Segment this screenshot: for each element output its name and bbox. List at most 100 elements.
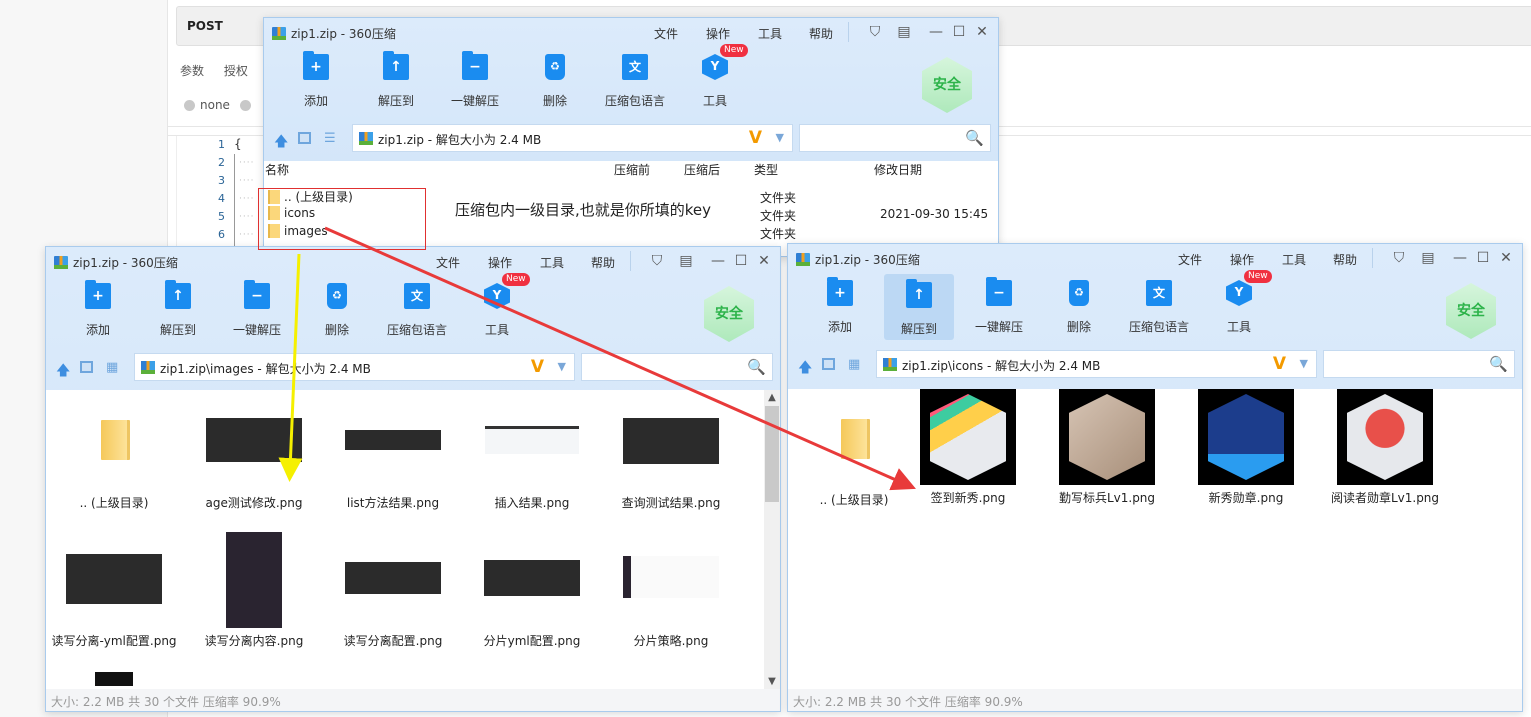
search-icon[interactable]: 🔍 xyxy=(1489,355,1508,373)
grid-item[interactable]: 签到新秀.png xyxy=(908,389,1028,505)
grid-item[interactable]: 分片策略.png xyxy=(611,556,731,648)
grid-item[interactable]: 勤写标兵Lv1.png xyxy=(1047,389,1167,505)
vertical-scrollbar[interactable]: ▲ ▼ xyxy=(764,390,780,689)
col-date[interactable]: 修改日期 xyxy=(874,161,922,178)
grid-item[interactable] xyxy=(54,672,174,686)
radio-other[interactable] xyxy=(239,99,251,111)
col-after[interactable]: 压缩后 xyxy=(684,161,720,178)
close-button[interactable]: ✕ xyxy=(1497,249,1515,267)
feedback-icon[interactable]: ▤ xyxy=(677,252,695,270)
search-input[interactable]: 🔍 xyxy=(1323,350,1515,378)
minimize-button[interactable]: — xyxy=(927,23,945,41)
tab-auth[interactable]: 授权 xyxy=(224,64,248,78)
safe-shield-badge[interactable]: 安全 xyxy=(922,57,972,113)
col-type[interactable]: 类型 xyxy=(754,161,778,178)
tools-button[interactable]: Y New 工具 xyxy=(462,273,532,341)
menu-operate[interactable]: 操作 xyxy=(706,25,730,42)
skin-icon[interactable]: ⛉ xyxy=(1390,249,1408,267)
grid-view-icon[interactable]: ▦ xyxy=(848,357,860,372)
grid-item[interactable]: 读写分离内容.png xyxy=(194,532,314,648)
grid-item[interactable]: 读写分离配置.png xyxy=(333,562,453,648)
extract-to-button[interactable]: ↑ 解压到 xyxy=(361,46,431,112)
scroll-down-arrow[interactable]: ▼ xyxy=(764,676,780,687)
grid-item[interactable]: 查询测试结果.png xyxy=(611,418,731,510)
add-button[interactable]: + 添加 xyxy=(63,275,133,341)
code-editor[interactable]: 1 2 3 4 5 6 { ···· ···· ···· ···· ···· xyxy=(176,136,266,249)
grid-item-parent[interactable]: .. (上级目录) xyxy=(54,420,174,510)
menu-tools[interactable]: 工具 xyxy=(1282,251,1306,268)
dropdown-arrow-icon[interactable]: ▼ xyxy=(776,131,784,144)
dropdown-arrow-icon[interactable]: ▼ xyxy=(1300,357,1308,370)
tools-button[interactable]: Y New 工具 xyxy=(1204,270,1274,338)
tab-params[interactable]: 参数 xyxy=(180,64,204,78)
grid-item[interactable]: list方法结果.png xyxy=(333,430,453,510)
grid-item[interactable]: 阅读者勋章Lv1.png xyxy=(1325,389,1445,505)
list-view-icon[interactable]: ☰ xyxy=(324,131,336,146)
maximize-button[interactable]: ☐ xyxy=(950,23,968,41)
minimize-button[interactable]: — xyxy=(1451,249,1469,267)
grid-item-parent[interactable]: .. (上级目录) xyxy=(794,419,914,507)
menu-file[interactable]: 文件 xyxy=(1178,251,1202,268)
address-bar[interactable]: zip1.zip\images - 解包大小为 2.4 MB V ▼ xyxy=(134,353,575,381)
menu-tools[interactable]: 工具 xyxy=(758,25,782,42)
search-icon[interactable]: 🔍 xyxy=(747,358,766,376)
skin-icon[interactable]: ⛉ xyxy=(866,23,884,41)
grid-item[interactable]: 插入结果.png xyxy=(472,426,592,510)
one-click-extract-button[interactable]: − 一键解压 xyxy=(440,46,510,112)
detail-view-icon[interactable] xyxy=(822,358,835,370)
delete-button[interactable]: ♻ 删除 xyxy=(520,46,590,112)
archive-language-button[interactable]: 文压缩包语言 xyxy=(600,46,670,112)
menu-file[interactable]: 文件 xyxy=(654,25,678,42)
safe-shield-badge[interactable]: 安全 xyxy=(704,286,754,342)
up-arrow-icon[interactable]: 🡅 xyxy=(56,360,70,384)
up-arrow-icon[interactable]: 🡅 xyxy=(274,131,288,155)
add-button[interactable]: + 添加 xyxy=(281,46,351,112)
menu-operate[interactable]: 操作 xyxy=(488,254,512,271)
close-button[interactable]: ✕ xyxy=(755,252,773,270)
menu-file[interactable]: 文件 xyxy=(436,254,460,271)
title-bar[interactable]: zip1.zip - 360压缩 文件 操作 工具 帮助 ⛉ ▤ — ☐ ✕ xyxy=(788,244,1522,272)
address-bar[interactable]: zip1.zip\icons - 解包大小为 2.4 MB V ▼ xyxy=(876,350,1317,378)
grid-item[interactable]: age测试修改.png xyxy=(194,418,314,510)
safe-shield-badge[interactable]: 安全 xyxy=(1446,283,1496,339)
search-input[interactable]: 🔍 xyxy=(799,124,991,152)
grid-item[interactable]: 分片yml配置.png xyxy=(472,560,592,648)
maximize-button[interactable]: ☐ xyxy=(732,252,750,270)
title-bar[interactable]: zip1.zip - 360压缩 文件 操作 工具 帮助 ⛉ ▤ — ☐ ✕ xyxy=(264,18,998,46)
menu-help[interactable]: 帮助 xyxy=(809,25,833,42)
menu-help[interactable]: 帮助 xyxy=(1333,251,1357,268)
close-button[interactable]: ✕ xyxy=(973,23,991,41)
maximize-button[interactable]: ☐ xyxy=(1474,249,1492,267)
up-arrow-icon[interactable]: 🡅 xyxy=(798,357,812,381)
add-button[interactable]: + 添加 xyxy=(805,272,875,338)
delete-button[interactable]: ♻ 删除 xyxy=(302,275,372,341)
dropdown-arrow-icon[interactable]: ▼ xyxy=(558,360,566,373)
search-icon[interactable]: 🔍 xyxy=(965,129,984,147)
detail-view-icon[interactable] xyxy=(298,132,311,144)
col-name[interactable]: 名称 xyxy=(265,161,289,178)
grid-item[interactable]: 读写分离-yml配置.png xyxy=(51,554,177,648)
archive-language-button[interactable]: 文压缩包语言 xyxy=(1124,272,1194,338)
extract-to-button[interactable]: ↑ 解压到 xyxy=(143,275,213,341)
skin-icon[interactable]: ⛉ xyxy=(648,252,666,270)
grid-item[interactable]: 新秀勋章.png xyxy=(1186,389,1306,505)
grid-view-icon[interactable]: ▦ xyxy=(106,360,118,375)
menu-operate[interactable]: 操作 xyxy=(1230,251,1254,268)
detail-view-icon[interactable] xyxy=(80,361,93,373)
feedback-icon[interactable]: ▤ xyxy=(1419,249,1437,267)
address-bar[interactable]: zip1.zip - 解包大小为 2.4 MB V ▼ xyxy=(352,124,793,152)
one-click-extract-button[interactable]: − 一键解压 xyxy=(964,272,1034,338)
search-input[interactable]: 🔍 xyxy=(581,353,773,381)
radio-none[interactable] xyxy=(184,99,195,111)
title-bar[interactable]: zip1.zip - 360压缩 文件 操作 工具 帮助 ⛉ ▤ — ☐ ✕ xyxy=(46,247,780,275)
menu-tools[interactable]: 工具 xyxy=(540,254,564,271)
delete-button[interactable]: ♻ 删除 xyxy=(1044,272,1114,338)
scrollbar-thumb[interactable] xyxy=(765,406,779,502)
menu-help[interactable]: 帮助 xyxy=(591,254,615,271)
tools-button[interactable]: Y New 工具 xyxy=(680,44,750,112)
one-click-extract-button[interactable]: − 一键解压 xyxy=(222,275,292,341)
minimize-button[interactable]: — xyxy=(709,252,727,270)
scroll-up-arrow[interactable]: ▲ xyxy=(764,392,780,403)
col-before[interactable]: 压缩前 xyxy=(614,161,650,178)
archive-language-button[interactable]: 文压缩包语言 xyxy=(382,275,452,341)
